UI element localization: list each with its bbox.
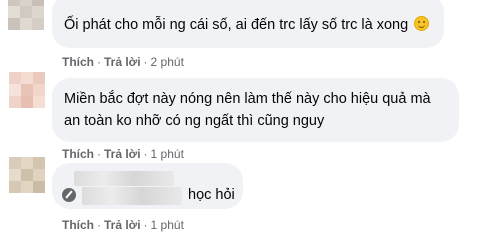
avatar[interactable] bbox=[8, 0, 44, 30]
comment-text: Ối phát cho mỗi ng cái số, ai đến trc lấ… bbox=[64, 15, 430, 36]
author-name[interactable] bbox=[74, 171, 174, 186]
reply-link[interactable]: Trả lời bbox=[104, 55, 141, 69]
comment-text: học hỏi bbox=[188, 187, 235, 203]
like-link[interactable]: Thích bbox=[62, 147, 94, 161]
timestamp[interactable]: 1 phút bbox=[151, 147, 184, 161]
timestamp[interactable]: 1 phút bbox=[151, 218, 184, 232]
reply-link[interactable]: Trả lời bbox=[104, 147, 141, 161]
like-link[interactable]: Thích bbox=[62, 218, 94, 232]
comment-actions: Thích · Trả lời · 1 phút bbox=[62, 147, 184, 161]
like-link[interactable]: Thích bbox=[62, 55, 94, 69]
comment-actions: Thích · Trả lời · 2 phút bbox=[62, 55, 184, 69]
avatar[interactable] bbox=[9, 72, 45, 108]
comment-bubble: học hỏi bbox=[52, 163, 243, 209]
author-badge-icon bbox=[62, 188, 76, 202]
reply-link[interactable]: Trả lời bbox=[104, 218, 141, 232]
avatar[interactable] bbox=[9, 157, 45, 193]
comment-text-line-2: an toàn ko nhỡ có ng ngất thì cũng nguy bbox=[64, 113, 325, 129]
comment-bubble: Miền bắc đợt này nóng nên làm thế này ch… bbox=[52, 78, 459, 142]
tagged-name[interactable] bbox=[82, 187, 182, 205]
smile-emoji-icon bbox=[414, 16, 430, 31]
comment-actions: Thích · Trả lời · 1 phút bbox=[62, 218, 184, 232]
comment-bubble: Ối phát cho mỗi ng cái số, ai đến trc lấ… bbox=[52, 0, 444, 48]
comment-text-line-1: Miền bắc đợt này nóng nên làm thế này ch… bbox=[64, 91, 431, 107]
timestamp[interactable]: 2 phút bbox=[151, 55, 184, 69]
